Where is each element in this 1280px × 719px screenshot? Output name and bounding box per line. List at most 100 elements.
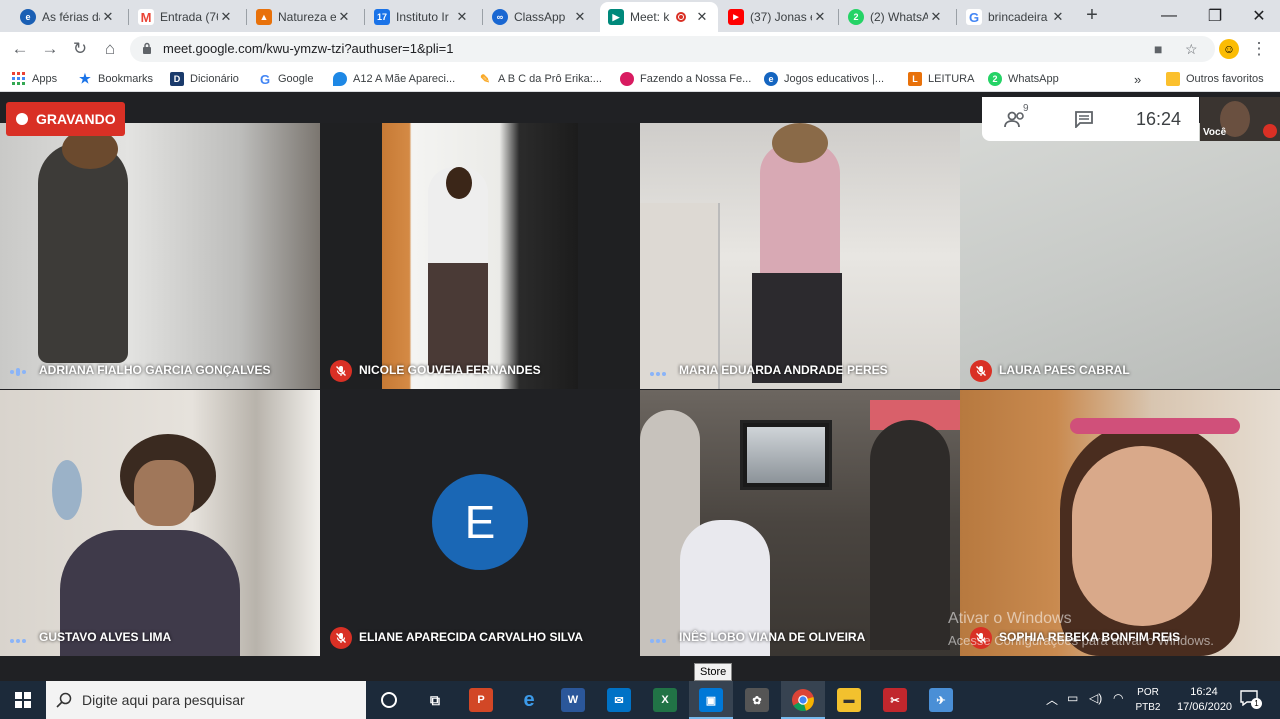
close-icon[interactable]: ✕ — [336, 9, 352, 25]
minimize-button[interactable]: — — [1146, 0, 1192, 32]
bookmark-star-icon[interactable]: ☆ — [1185, 41, 1198, 58]
wifi-icon[interactable]: ◠ — [1113, 691, 1123, 705]
start-button[interactable] — [0, 681, 46, 719]
close-icon[interactable]: ✕ — [928, 9, 944, 25]
bookmark-outros-favoritos[interactable]: Outros favoritos — [1166, 71, 1264, 87]
close-icon[interactable]: ✕ — [572, 9, 588, 25]
bookmark-abc-erika[interactable]: ✎ A B C da Prô Erika:... — [478, 71, 602, 87]
star-icon: ★ — [79, 71, 91, 86]
participant-name: ADRIANA FIALHO GARCIA GONÇALVES — [39, 363, 271, 377]
file-explorer-icon[interactable]: ▬ — [837, 688, 861, 712]
profile-avatar[interactable]: ☺ — [1219, 39, 1239, 59]
speaking-indicator-icon — [10, 368, 26, 376]
tab-gmail[interactable]: M Entrada (76 ✕ — [130, 2, 242, 32]
excel-icon[interactable]: X — [653, 688, 677, 712]
bookmark-fazendo-festa[interactable]: Fazendo a Nossa Fe... — [620, 71, 751, 87]
bookmark-jogos[interactable]: e Jogos educativos |... — [764, 71, 884, 87]
back-button[interactable]: ← — [9, 38, 31, 60]
search-icon — [56, 692, 72, 708]
close-icon[interactable]: ✕ — [812, 9, 828, 25]
battery-icon[interactable]: ▭ — [1067, 691, 1078, 705]
tab-natureza[interactable]: ▲ Natureza e ✕ — [248, 2, 360, 32]
participants-button[interactable]: 9 — [1004, 103, 1030, 134]
participant-tile[interactable]: MARIA EDUARDA ANDRADE PERES — [640, 123, 960, 389]
tab-instituto[interactable]: 17 Instituto Ir ✕ — [366, 2, 478, 32]
drop-icon — [333, 72, 347, 86]
record-dot-icon — [16, 113, 28, 125]
tab-whatsapp[interactable]: 2 (2) WhatsA ✕ — [840, 2, 952, 32]
meet-icon: ▶ — [608, 9, 624, 25]
gmail-icon: M — [138, 9, 154, 25]
store-icon[interactable]: ▣ — [699, 688, 723, 712]
camera-icon[interactable]: ■ — [1154, 41, 1162, 57]
drive-doc-icon: ▲ — [256, 9, 272, 25]
self-view-tile[interactable]: Você — [1200, 97, 1280, 141]
avatar: E — [432, 474, 528, 570]
close-window-button[interactable]: ✕ — [1236, 0, 1280, 32]
maximize-button[interactable]: ❐ — [1192, 0, 1238, 32]
powerpoint-icon[interactable]: P — [469, 688, 493, 712]
close-icon[interactable]: ✕ — [1050, 9, 1066, 25]
bookmark-bookmarks[interactable]: ★ Bookmarks — [78, 71, 153, 87]
close-icon[interactable]: ✕ — [100, 9, 116, 25]
tab-meet[interactable]: ▶ Meet: k ✕ — [600, 2, 718, 32]
mail-icon[interactable]: ✉ — [607, 688, 631, 712]
participant-name: NICOLE GOUVEIA FERNANDES — [359, 363, 541, 377]
participant-tile[interactable]: GUSTAVO ALVES LIMA — [0, 390, 320, 656]
tab-ferias[interactable]: e As férias da ✕ — [12, 2, 124, 32]
reload-button[interactable]: ↻ — [69, 38, 91, 60]
taskbar-search[interactable]: Digite aqui para pesquisar — [46, 681, 366, 719]
chat-button[interactable] — [1074, 110, 1094, 133]
close-icon[interactable]: ✕ — [694, 9, 710, 25]
task-view-icon[interactable]: ⧉ — [423, 688, 447, 712]
participant-tile[interactable]: INÊS LOBO VIANA DE OLIVEIRA — [640, 390, 960, 656]
volume-icon[interactable]: ◁) — [1089, 691, 1102, 705]
bookmark-google[interactable]: G Google — [258, 71, 314, 87]
participants-count: 9 — [1023, 103, 1029, 114]
participant-tile[interactable]: E ELIANE APARECIDA CARVALHO SILVA — [320, 390, 640, 656]
windows-taskbar: Digite aqui para pesquisar ⧉ P e W ✉ X ▣… — [0, 681, 1280, 719]
bookmark-whatsapp[interactable]: 2 WhatsApp — [988, 71, 1059, 87]
windows-logo-icon — [15, 692, 31, 708]
forward-button[interactable]: → — [39, 38, 61, 60]
address-bar[interactable]: meet.google.com/kwu-ymzw-tzi?authuser=1&… — [130, 36, 1215, 62]
show-hidden-icons[interactable]: ︿ — [1046, 691, 1058, 708]
meet-grid: ADRIANA FIALHO GARCIA GONÇALVES NICOLE G… — [0, 93, 1280, 680]
video-person — [38, 143, 128, 363]
video-person — [870, 420, 950, 650]
menu-icon[interactable]: ⋮ — [1248, 38, 1270, 60]
edge-icon[interactable]: e — [517, 688, 541, 712]
tab-youtube[interactable]: ▶ (37) Jonas e ✕ — [720, 2, 836, 32]
home-button[interactable]: ⌂ — [99, 38, 121, 60]
app-icon[interactable]: ✈ — [929, 688, 953, 712]
snipping-tool-icon[interactable]: ✂ — [883, 688, 907, 712]
participant-name: INÊS LOBO VIANA DE OLIVEIRA — [679, 630, 866, 644]
google-icon: G — [259, 71, 271, 87]
notifications-button[interactable]: 1 — [1240, 690, 1262, 709]
tab-classapp[interactable]: ∞ ClassApp ✕ — [484, 2, 596, 32]
new-tab-button[interactable]: + — [1082, 4, 1102, 28]
paint-icon[interactable]: ✿ — [745, 688, 769, 712]
cortana-icon[interactable] — [381, 692, 397, 708]
bookmarks-overflow[interactable]: » — [1134, 71, 1141, 87]
speaking-indicator-icon — [650, 639, 666, 643]
participant-tile[interactable]: NICOLE GOUVEIA FERNANDES — [320, 123, 640, 389]
taskbar-clock[interactable]: 16:24 17/06/2020 — [1177, 685, 1232, 715]
video-furniture — [640, 203, 720, 389]
bookmark-a12[interactable]: A12 A Mãe Apareci... — [333, 71, 455, 87]
chrome-icon[interactable] — [791, 688, 815, 712]
language-indicator[interactable]: POR PTB2 — [1133, 685, 1163, 715]
mic-off-icon — [330, 627, 352, 649]
mic-off-icon — [1263, 124, 1277, 138]
participant-tile[interactable]: LAURA PAES CABRAL — [960, 123, 1280, 389]
bookmark-leitura[interactable]: L LEITURA — [908, 71, 974, 87]
tab-brincadeira[interactable]: G brincadeira ✕ — [958, 2, 1074, 32]
windows-activation-text: Acesse Configurações para ativar o Windo… — [948, 633, 1214, 648]
notification-count: 1 — [1251, 698, 1262, 709]
word-icon[interactable]: W — [561, 688, 585, 712]
bookmark-dicionario[interactable]: D Dicionário — [170, 71, 239, 87]
close-icon[interactable]: ✕ — [454, 9, 470, 25]
participant-tile[interactable]: ADRIANA FIALHO GARCIA GONÇALVES — [0, 123, 320, 389]
bookmark-apps[interactable]: Apps — [12, 71, 57, 87]
close-icon[interactable]: ✕ — [218, 9, 234, 25]
